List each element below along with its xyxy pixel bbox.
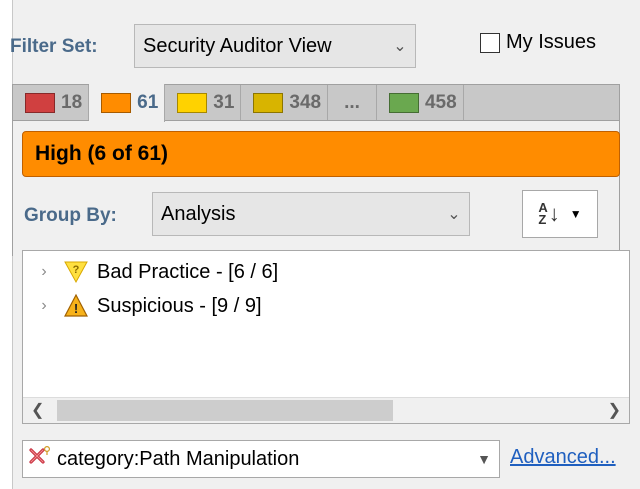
svg-text:!: ! xyxy=(74,301,78,316)
info-swatch xyxy=(388,92,419,113)
tab-count: 61 xyxy=(137,92,159,113)
tab-low[interactable]: 348 xyxy=(241,85,329,120)
filter-set-label: Filter Set: xyxy=(10,36,98,57)
group-by-dropdown[interactable]: Analysis ⌄ xyxy=(152,192,470,236)
sort-button[interactable]: A Z ↓ ▼ xyxy=(522,190,598,238)
filter-set-value: Security Auditor View xyxy=(143,34,332,57)
dropdown-arrow-icon[interactable]: ▼ xyxy=(469,451,499,467)
scroll-left-icon[interactable]: ❮ xyxy=(31,400,44,420)
medium-swatch xyxy=(177,92,208,113)
bad-practice-icon: ? xyxy=(64,261,88,284)
tab-critical[interactable]: 18 xyxy=(13,85,90,120)
clear-search-icon[interactable] xyxy=(27,445,51,473)
tree-item-suspicious[interactable]: › ! Suspicious - [9 / 9] xyxy=(23,293,262,319)
suspicious-warning-icon: ! xyxy=(64,293,88,317)
chevron-down-icon: ⌄ xyxy=(447,206,461,223)
my-issues-checkbox[interactable] xyxy=(480,32,500,53)
tree-item-label: Bad Practice - [6 / 6] xyxy=(97,260,279,283)
expand-chevron-icon[interactable]: › xyxy=(33,297,55,315)
tab-high[interactable]: 61 xyxy=(89,84,166,122)
tab-more-label: ... xyxy=(344,91,360,113)
filter-set-dropdown[interactable]: Security Auditor View ⌄ xyxy=(134,24,416,68)
svg-text:?: ? xyxy=(73,264,80,276)
high-swatch xyxy=(101,93,132,113)
tab-info[interactable]: 458 xyxy=(377,85,464,120)
expand-chevron-icon[interactable]: › xyxy=(33,263,55,281)
tree-item-label: Suspicious - [9 / 9] xyxy=(97,294,262,317)
advanced-link[interactable]: Advanced... xyxy=(510,446,616,469)
tab-count: 348 xyxy=(289,91,322,113)
tab-medium[interactable]: 31 xyxy=(165,85,242,120)
low-swatch xyxy=(253,92,284,113)
scroll-thumb[interactable] xyxy=(57,400,393,421)
tab-count: 18 xyxy=(61,91,83,113)
severity-bar: High (6 of 61) xyxy=(22,131,620,177)
group-by-label: Group By: xyxy=(24,205,117,226)
dropdown-arrow-icon: ▼ xyxy=(569,207,582,221)
my-issues-label: My Issues xyxy=(506,31,597,53)
tab-more[interactable]: ... xyxy=(328,85,377,120)
tree-item-bad-practice[interactable]: › ? Bad Practice - [6 / 6] xyxy=(23,259,278,285)
search-input[interactable]: category:Path Manipulation xyxy=(51,448,469,471)
issues-tree: › ? Bad Practice - [6 / 6] › ! Suspiciou… xyxy=(22,250,630,424)
critical-swatch xyxy=(25,92,55,113)
horizontal-scrollbar[interactable]: ❮ ❯ xyxy=(23,397,629,423)
tab-count: 31 xyxy=(213,91,235,113)
search-filter-combo[interactable]: category:Path Manipulation ▼ xyxy=(22,440,500,478)
group-by-value: Analysis xyxy=(161,202,236,225)
scroll-right-icon[interactable]: ❯ xyxy=(608,400,621,420)
chevron-down-icon: ⌄ xyxy=(393,38,407,55)
tab-count: 458 xyxy=(424,91,457,113)
sort-az-icon: A Z ↓ xyxy=(538,200,560,227)
my-issues-toggle[interactable]: My Issues xyxy=(480,31,596,54)
severity-tabs: 18 61 31 348 ... 458 xyxy=(12,84,620,122)
